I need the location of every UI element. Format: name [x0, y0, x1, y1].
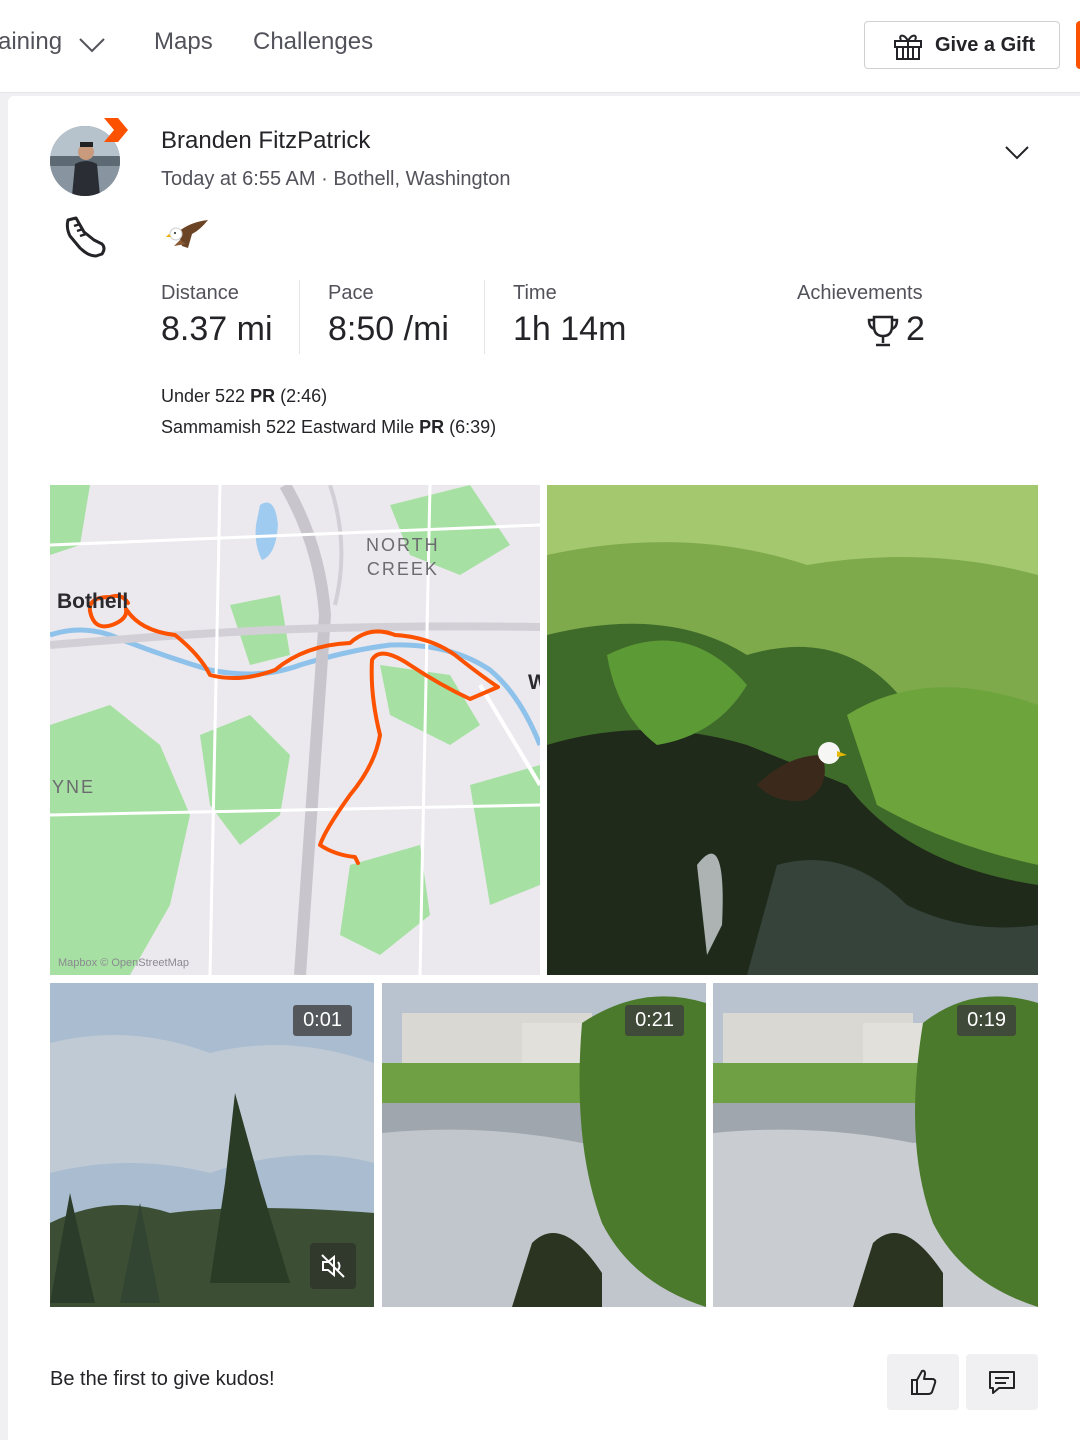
photo-eagle[interactable]	[547, 485, 1038, 975]
give-kudos-button[interactable]	[887, 1354, 959, 1410]
activity-card: Branden FitzPatrick Today at 6:55 AM · B…	[8, 96, 1080, 1440]
time-value: 1h 14m	[513, 310, 627, 348]
video-duration: 0:19	[957, 1005, 1016, 1036]
nav-training[interactable]: aining	[0, 28, 62, 56]
segment-name: Sammamish 522 Eastward Mile	[161, 417, 415, 437]
give-gift-button[interactable]: Give a Gift	[864, 21, 1060, 69]
segment-time: (6:39)	[449, 417, 497, 437]
segment-achievement[interactable]: Sammamish 522 Eastward Mile PR (6:39)	[161, 417, 496, 438]
subscribe-button-edge[interactable]	[1076, 21, 1080, 69]
map-attribution[interactable]: Mapbox © OpenStreetMap	[58, 957, 189, 969]
pace-label: Pace	[328, 282, 374, 304]
thumbs-up-icon	[911, 1369, 937, 1395]
map-label: NORTH CREEK	[366, 535, 440, 579]
gift-icon	[894, 34, 922, 60]
trophy-icon	[867, 315, 899, 347]
nav-challenges[interactable]: Challenges	[253, 28, 373, 56]
video-duration: 0:21	[625, 1005, 684, 1036]
stat-divider	[299, 280, 300, 354]
achievements-label: Achievements	[797, 282, 923, 304]
achievements-value[interactable]: 2	[906, 310, 925, 349]
segment-name: Under 522	[161, 386, 246, 406]
segment-time: (2:46)	[280, 386, 328, 406]
give-gift-label: Give a Gift	[935, 34, 1036, 56]
run-shoe-icon	[65, 216, 106, 258]
distance-value: 8.37 mi	[161, 310, 273, 348]
chevron-down-icon[interactable]	[78, 36, 106, 54]
video-thumbnail[interactable]: 0:01	[50, 983, 374, 1307]
map-label: W	[528, 671, 540, 694]
mute-icon	[321, 1254, 345, 1278]
map-town-label: Bothell	[57, 590, 129, 613]
map-label: YNE	[52, 777, 96, 797]
kudos-prompt[interactable]: Be the first to give kudos!	[50, 1368, 275, 1391]
mute-button[interactable]	[310, 1243, 356, 1289]
top-nav: aining Maps Challenges Give a Gift	[0, 0, 1080, 93]
time-label: Time	[513, 282, 557, 304]
map-graphic	[50, 485, 540, 975]
nav-maps[interactable]: Maps	[154, 28, 213, 56]
stat-divider	[484, 280, 485, 354]
chevron-down-icon[interactable]	[1004, 144, 1030, 162]
pace-value: 8:50 /mi	[328, 310, 449, 348]
comment-icon	[989, 1371, 1015, 1394]
eagle-icon	[166, 220, 208, 248]
distance-label: Distance	[161, 282, 239, 304]
segment-pr-label: PR	[250, 386, 276, 406]
video-thumbnail[interactable]: 0:19	[713, 983, 1038, 1307]
video-thumbnail[interactable]: 0:21	[382, 983, 706, 1307]
route-map[interactable]: NORTH CREEK Bothell YNE W Mapbox © OpenS…	[50, 485, 540, 975]
video-duration: 0:01	[293, 1005, 352, 1036]
segment-pr-label: PR	[419, 417, 445, 437]
segment-achievement[interactable]: Under 522 PR (2:46)	[161, 386, 327, 407]
comment-button[interactable]	[966, 1354, 1038, 1410]
activity-meta: Today at 6:55 AM · Bothell, Washington	[161, 168, 511, 190]
athlete-name[interactable]: Branden FitzPatrick	[161, 127, 370, 155]
subscriber-badge-icon	[104, 118, 128, 142]
